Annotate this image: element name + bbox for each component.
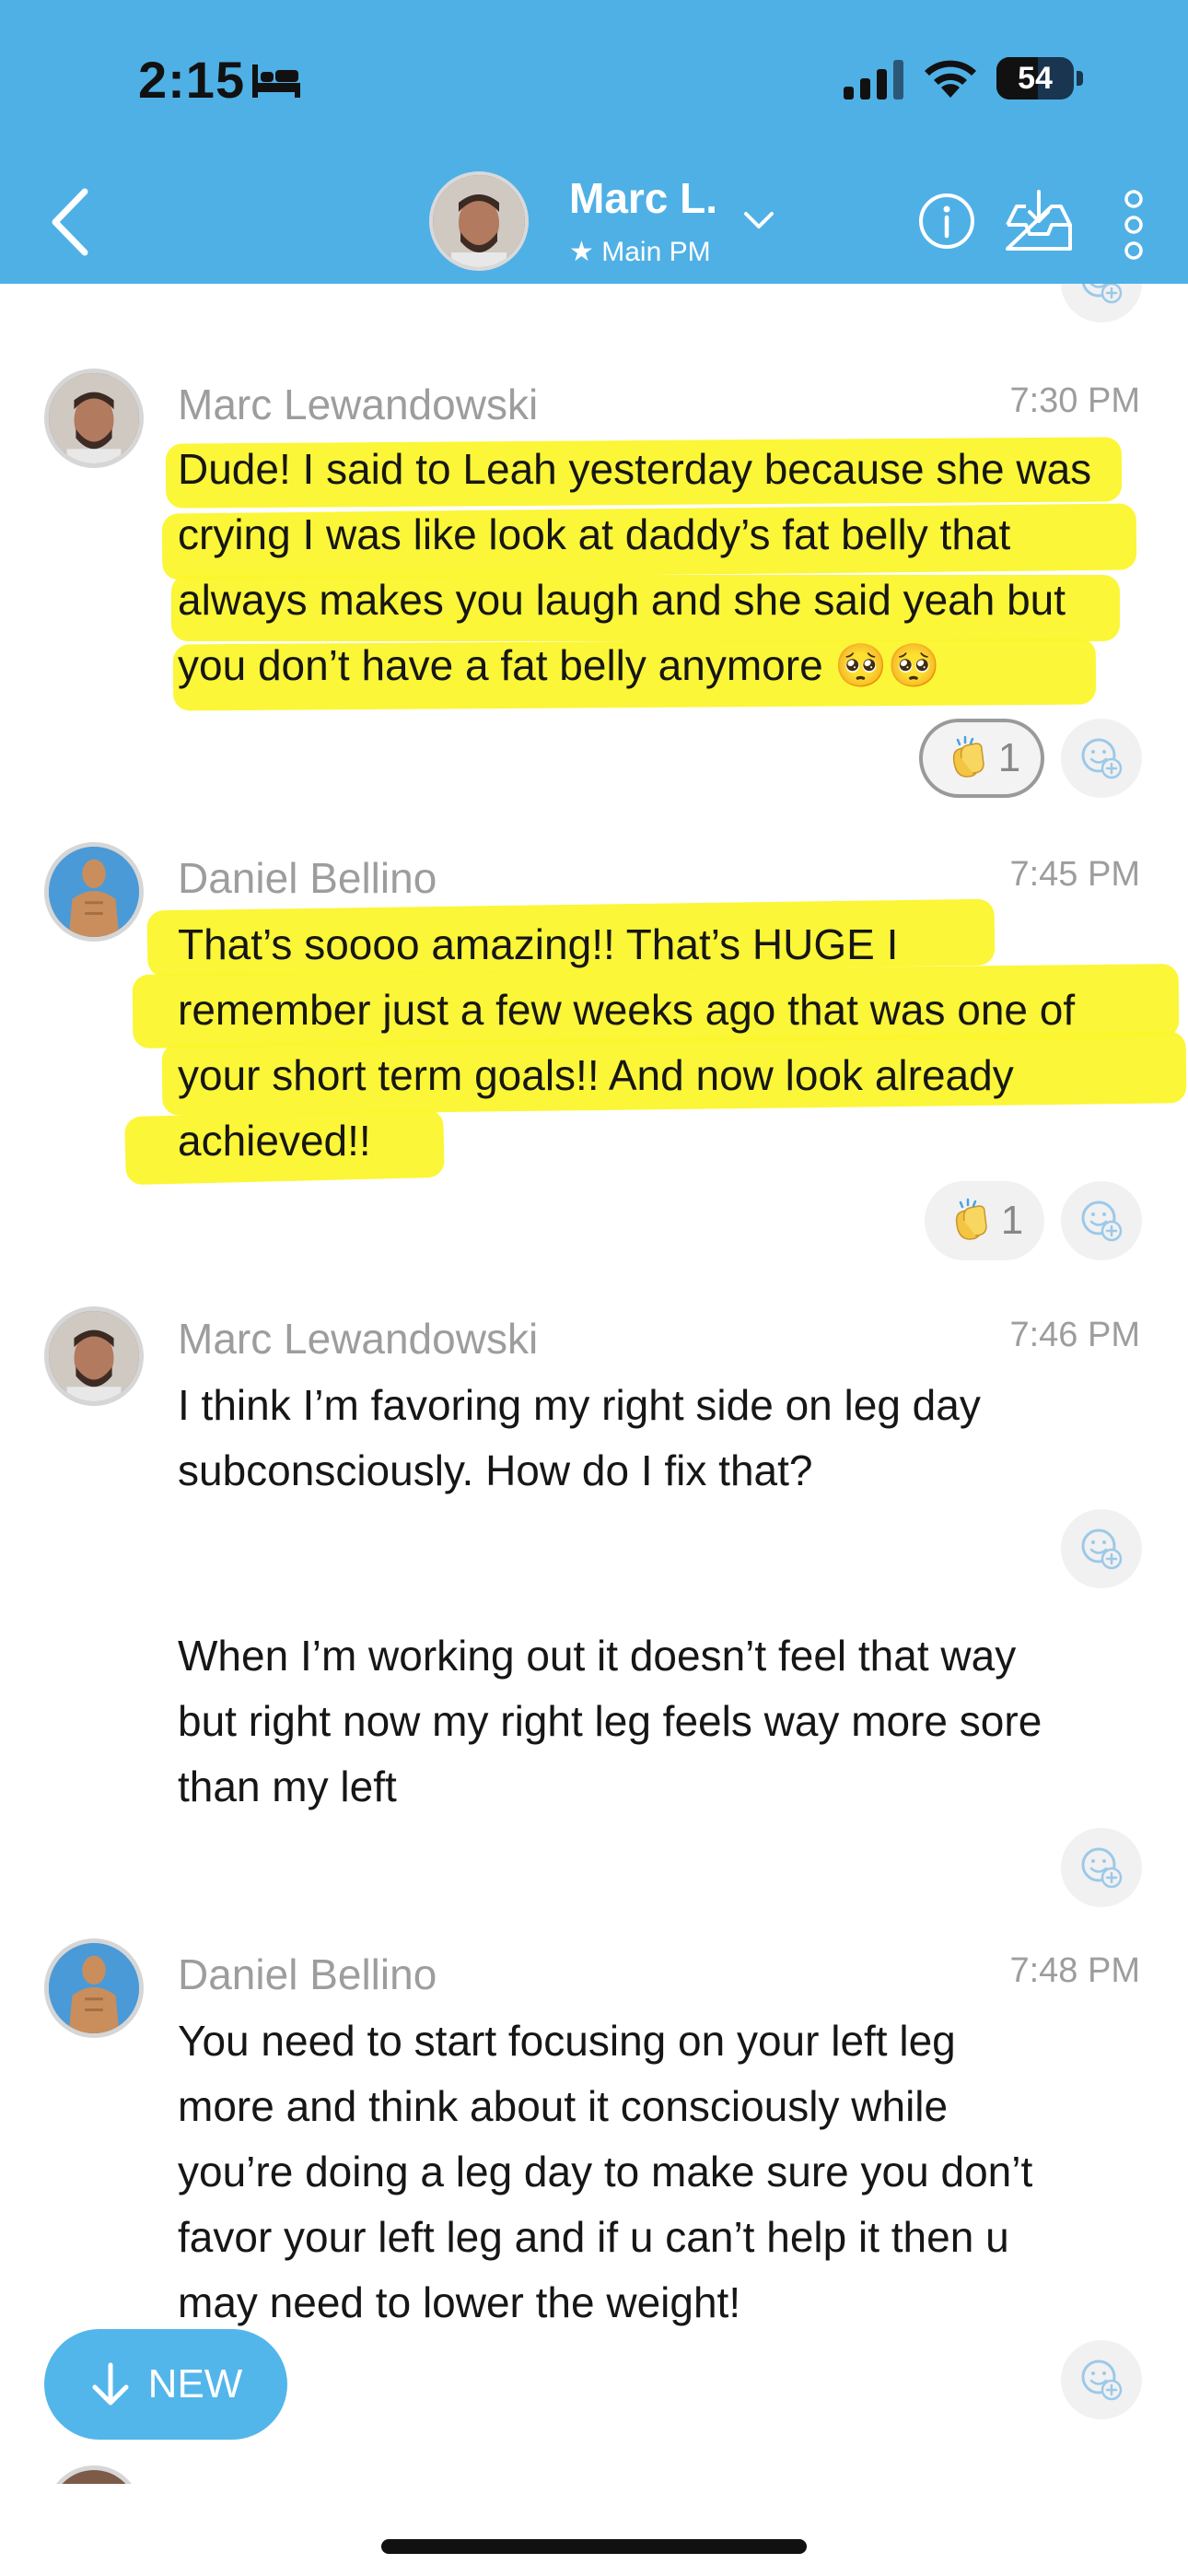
chat-subtitle: ★ Main PM (569, 237, 711, 267)
message-body: That’s soooo amazing!! That’s HUGE I rem… (178, 912, 1154, 1174)
add-reaction-button[interactable] (1061, 1509, 1142, 1588)
reaction-count: 1 (1000, 1198, 1024, 1243)
message-line: achieved!! (178, 1117, 371, 1165)
message-line: always makes you laugh and she said yeah… (178, 576, 1066, 624)
clap-reaction[interactable]: 1 (925, 1181, 1044, 1260)
message-time: 7:45 PM (1009, 855, 1140, 894)
message-line: That’s soooo amazing!! That’s HUGE I (178, 920, 899, 968)
add-reaction-icon (1081, 1528, 1123, 1570)
message-line: but right now my right leg feels way mor… (178, 1697, 1042, 1745)
chat-header: 2:15 54 Marc L. ★ Main PM (0, 0, 1188, 284)
add-reaction-button[interactable] (1061, 719, 1142, 798)
message-line: may need to lower the weight! (178, 2278, 741, 2326)
message-line: than my left (178, 1762, 397, 1810)
message-line: When I’m working out it doesn’t feel tha… (178, 1632, 1017, 1680)
contact-name[interactable]: Marc L. (569, 173, 717, 223)
clap-reaction[interactable]: 1 (919, 719, 1044, 798)
new-messages-button[interactable]: NEW (44, 2329, 287, 2440)
sender-name: Daniel Bellino (178, 854, 437, 902)
message-line: Dude! I said to Leah yesterday because s… (178, 445, 1092, 493)
sender-name: Marc Lewandowski (178, 381, 539, 428)
message-time: 7:30 PM (1009, 381, 1140, 420)
message-body: Dude! I said to Leah yesterday because s… (178, 437, 1154, 698)
contact-avatar[interactable] (429, 171, 529, 271)
battery-percent: 54 (1018, 61, 1053, 96)
message-line: You need to start focusing on your left … (178, 2017, 956, 2065)
more-vertical-icon[interactable] (1120, 190, 1147, 260)
message-line: subconsciously. How do I fix that? (178, 1446, 813, 1494)
signal-icon (844, 60, 903, 100)
message-line: you don’t have a fat belly anymore 🥺🥺 (178, 641, 940, 689)
add-reaction-button[interactable] (1061, 2340, 1142, 2419)
add-reaction-button[interactable] (1061, 1828, 1142, 1907)
add-reaction-icon (1081, 1847, 1123, 1889)
message-line: favor your left leg and if u can’t help … (178, 2213, 1009, 2261)
bottom-safe-area (0, 2484, 1188, 2576)
wifi-icon (925, 60, 976, 98)
add-reaction-icon (1081, 2359, 1123, 2401)
add-reaction-button[interactable] (1061, 1181, 1142, 1260)
sender-avatar[interactable] (44, 1938, 144, 2038)
sender-avatar[interactable] (44, 842, 144, 942)
message-body: I think I’m favoring my right side on le… (178, 1373, 1154, 1504)
home-indicator (381, 2539, 807, 2554)
clapping-hands-icon (952, 735, 984, 779)
message-time: 7:46 PM (1009, 1316, 1140, 1354)
message-line: crying I was like look at daddy’s fat be… (178, 510, 1011, 558)
bed-icon (252, 64, 300, 98)
add-reaction-icon (1081, 738, 1123, 779)
message-body: When I’m working out it doesn’t feel tha… (178, 1623, 1154, 1820)
inbox-download-icon[interactable] (1004, 188, 1074, 254)
message-line: I think I’m favoring my right side on le… (178, 1381, 981, 1429)
new-button-label: NEW (147, 2361, 243, 2406)
message-line: you’re doing a leg day to make sure you … (178, 2148, 1033, 2195)
message-line: your short term goals!! And now look alr… (178, 1051, 1014, 1099)
sender-name: Marc Lewandowski (178, 1315, 539, 1363)
message-time: 7:48 PM (1009, 1951, 1140, 1990)
message-line: remember just a few weeks ago that was o… (178, 986, 1076, 1034)
info-icon[interactable] (917, 192, 976, 251)
chevron-down-icon[interactable] (740, 206, 777, 234)
battery-icon: 54 (996, 57, 1083, 100)
reaction-count: 1 (997, 735, 1021, 780)
status-time: 2:15 (138, 51, 246, 109)
arrow-down-icon (92, 2362, 129, 2406)
message-line: more and think about it consciously whil… (178, 2082, 949, 2130)
add-reaction-icon (1081, 1200, 1123, 1242)
message-body: You need to start focusing on your left … (178, 2008, 1154, 2336)
clapping-hands-icon (955, 1198, 987, 1241)
back-icon[interactable] (42, 181, 98, 263)
sender-avatar[interactable] (44, 369, 144, 468)
sender-avatar[interactable] (44, 1306, 144, 1406)
sender-name: Daniel Bellino (178, 1950, 437, 1998)
